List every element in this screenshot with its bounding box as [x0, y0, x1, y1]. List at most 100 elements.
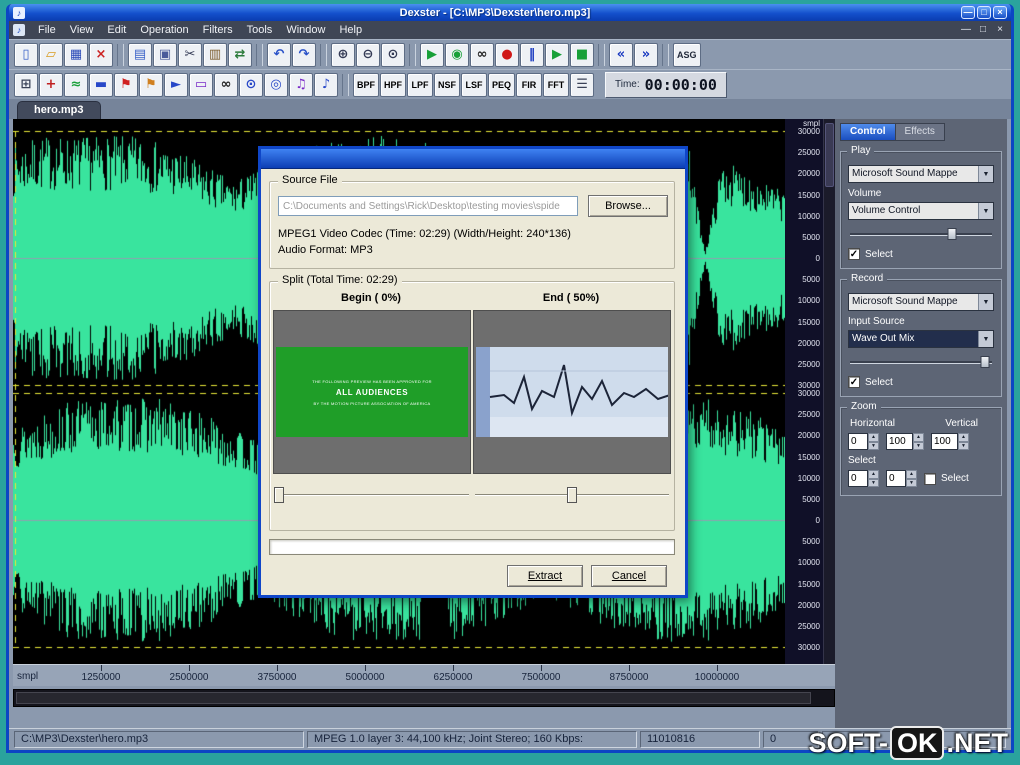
- flag-start-button[interactable]: ⚑: [114, 72, 138, 97]
- spin-up-icon[interactable]: ▲: [958, 433, 969, 442]
- play-select-checkbox[interactable]: ✓: [848, 248, 860, 260]
- filter-lpf-button[interactable]: LPF: [407, 72, 433, 97]
- zoom-h-offset-spinner[interactable]: 0 ▲ ▼: [848, 433, 879, 450]
- zoom-v-spinner[interactable]: 100 ▲ ▼: [931, 433, 969, 450]
- spin-down-icon[interactable]: ▼: [906, 478, 917, 487]
- spin-down-icon[interactable]: ▼: [868, 441, 879, 450]
- redo-button[interactable]: ↷: [292, 42, 316, 67]
- menu-item-view[interactable]: View: [63, 23, 101, 37]
- horizontal-scrollbar-thumb[interactable]: [16, 692, 812, 704]
- spin-down-icon[interactable]: ▼: [868, 478, 879, 487]
- filter-peq-button[interactable]: PEQ: [488, 72, 516, 97]
- horizontal-scrollbar[interactable]: [13, 689, 835, 707]
- zoom-in-button[interactable]: ⊕: [331, 42, 355, 67]
- spin-up-icon[interactable]: ▲: [913, 433, 924, 442]
- record-volume-slider[interactable]: [850, 355, 992, 369]
- seek-end-button[interactable]: »: [634, 42, 658, 67]
- baseline-button[interactable]: ▬: [89, 72, 113, 97]
- filter-bpf-button[interactable]: BPF: [353, 72, 379, 97]
- play-device-select[interactable]: Microsoft Sound Mappe ▼: [848, 165, 994, 183]
- filter-lsf-button[interactable]: LSF: [461, 72, 487, 97]
- zoom-selection-button[interactable]: ⊙: [381, 42, 405, 67]
- tab-hero-mp3[interactable]: hero.mp3: [17, 101, 101, 119]
- flag-end-button[interactable]: ⚑: [139, 72, 163, 97]
- seek-start-button[interactable]: «: [609, 42, 633, 67]
- play-selection-button[interactable]: ▶: [545, 42, 569, 67]
- goto-marker-button[interactable]: ►: [164, 72, 188, 97]
- menu-item-window[interactable]: Window: [279, 23, 332, 37]
- media-info-button[interactable]: ♪: [314, 72, 338, 97]
- filter-fft-button[interactable]: FFT: [543, 72, 570, 97]
- dialog-titlebar[interactable]: [261, 149, 685, 169]
- chevron-down-icon[interactable]: ▼: [978, 294, 993, 310]
- menu-item-operation[interactable]: Operation: [133, 23, 195, 37]
- filter-nsf-button[interactable]: NSF: [434, 72, 460, 97]
- pause-button[interactable]: ‖: [520, 42, 544, 67]
- spin-up-icon[interactable]: ▲: [906, 470, 917, 479]
- end-slider[interactable]: [473, 486, 671, 504]
- mdi-close-button[interactable]: ×: [993, 24, 1007, 37]
- chevron-down-icon[interactable]: ▼: [978, 203, 993, 219]
- cut-button[interactable]: ✂: [178, 42, 202, 67]
- menu-item-filters[interactable]: Filters: [196, 23, 240, 37]
- paste-button[interactable]: ▥: [203, 42, 227, 67]
- spin-up-icon[interactable]: ▲: [868, 433, 879, 442]
- extract-button[interactable]: Extract: [507, 565, 583, 587]
- slider-thumb[interactable]: [273, 487, 284, 503]
- filter-fir-button[interactable]: FIR: [516, 72, 543, 97]
- spin-down-icon[interactable]: ▼: [913, 441, 924, 450]
- volume-device-select[interactable]: Volume Control ▼: [848, 202, 994, 220]
- menu-item-file[interactable]: File: [31, 23, 63, 37]
- maximize-button[interactable]: □: [977, 6, 991, 19]
- new-file-button[interactable]: ▯: [14, 42, 38, 67]
- play-button[interactable]: ▶: [420, 42, 444, 67]
- equalizer-button[interactable]: ☰: [570, 72, 595, 97]
- timeline-ruler[interactable]: smpl 1250000 2500000 3750000 5000000 6250000…: [13, 664, 835, 686]
- input-source-select[interactable]: Wave Out Mix ▼: [848, 330, 994, 348]
- minimize-button[interactable]: —: [961, 6, 975, 19]
- play-all-button[interactable]: ◉: [445, 42, 469, 67]
- record-device-select[interactable]: Microsoft Sound Mappe ▼: [848, 293, 994, 311]
- chevron-down-icon[interactable]: ▼: [978, 166, 993, 182]
- vertical-scrollbar-thumb[interactable]: [825, 123, 834, 187]
- vertical-scrollbar[interactable]: [823, 119, 835, 664]
- zoom-select-checkbox[interactable]: [924, 472, 936, 485]
- maximize-view-button[interactable]: ⊞: [14, 72, 38, 97]
- filter-hpf-button[interactable]: HPF: [380, 72, 406, 97]
- add-marker-button[interactable]: +: [39, 72, 63, 97]
- select-end-spinner[interactable]: 0 ▲ ▼: [886, 470, 917, 487]
- zoom-h-spinner[interactable]: 100 ▲ ▼: [886, 433, 924, 450]
- save-file-button[interactable]: ▦: [64, 42, 88, 67]
- cancel-button[interactable]: Cancel: [591, 565, 667, 587]
- source-path-input[interactable]: [278, 196, 578, 216]
- undo-button[interactable]: ↶: [267, 42, 291, 67]
- tab-effects[interactable]: Effects: [895, 123, 945, 141]
- envelope-button[interactable]: ▭: [189, 72, 213, 97]
- mdi-minimize-button[interactable]: —: [959, 24, 973, 37]
- record-button[interactable]: ●: [495, 42, 519, 67]
- loop-button[interactable]: ∞: [470, 42, 494, 67]
- slider-thumb[interactable]: [947, 228, 957, 240]
- mix-button[interactable]: ⇄: [228, 42, 252, 67]
- mdi-restore-button[interactable]: □: [976, 24, 990, 37]
- select-start-spinner[interactable]: 0 ▲ ▼: [848, 470, 879, 487]
- loop-selection-button[interactable]: ∞: [214, 72, 238, 97]
- slider-thumb[interactable]: [980, 356, 990, 368]
- close-file-button[interactable]: ×: [89, 42, 113, 67]
- id3-tag-button[interactable]: ♫: [289, 72, 313, 97]
- spin-up-icon[interactable]: ▲: [868, 470, 879, 479]
- open-file-button[interactable]: ▱: [39, 42, 63, 67]
- stop-button[interactable]: ■: [570, 42, 594, 67]
- begin-slider[interactable]: [273, 486, 471, 504]
- waveform-stats-button[interactable]: ≈: [64, 72, 88, 97]
- tab-control[interactable]: Control: [840, 123, 896, 141]
- cue-b-button[interactable]: ◎: [264, 72, 288, 97]
- batch-convert-button[interactable]: ▤: [128, 42, 152, 67]
- spin-down-icon[interactable]: ▼: [958, 441, 969, 450]
- cue-a-button[interactable]: ⊙: [239, 72, 263, 97]
- menu-item-edit[interactable]: Edit: [100, 23, 133, 37]
- titlebar[interactable]: ♪ Dexster - [C:\MP3\Dexster\hero.mp3] — □…: [9, 4, 1011, 21]
- play-volume-slider[interactable]: [850, 227, 992, 241]
- browse-button[interactable]: Browse...: [588, 195, 668, 217]
- slider-thumb[interactable]: [567, 487, 577, 503]
